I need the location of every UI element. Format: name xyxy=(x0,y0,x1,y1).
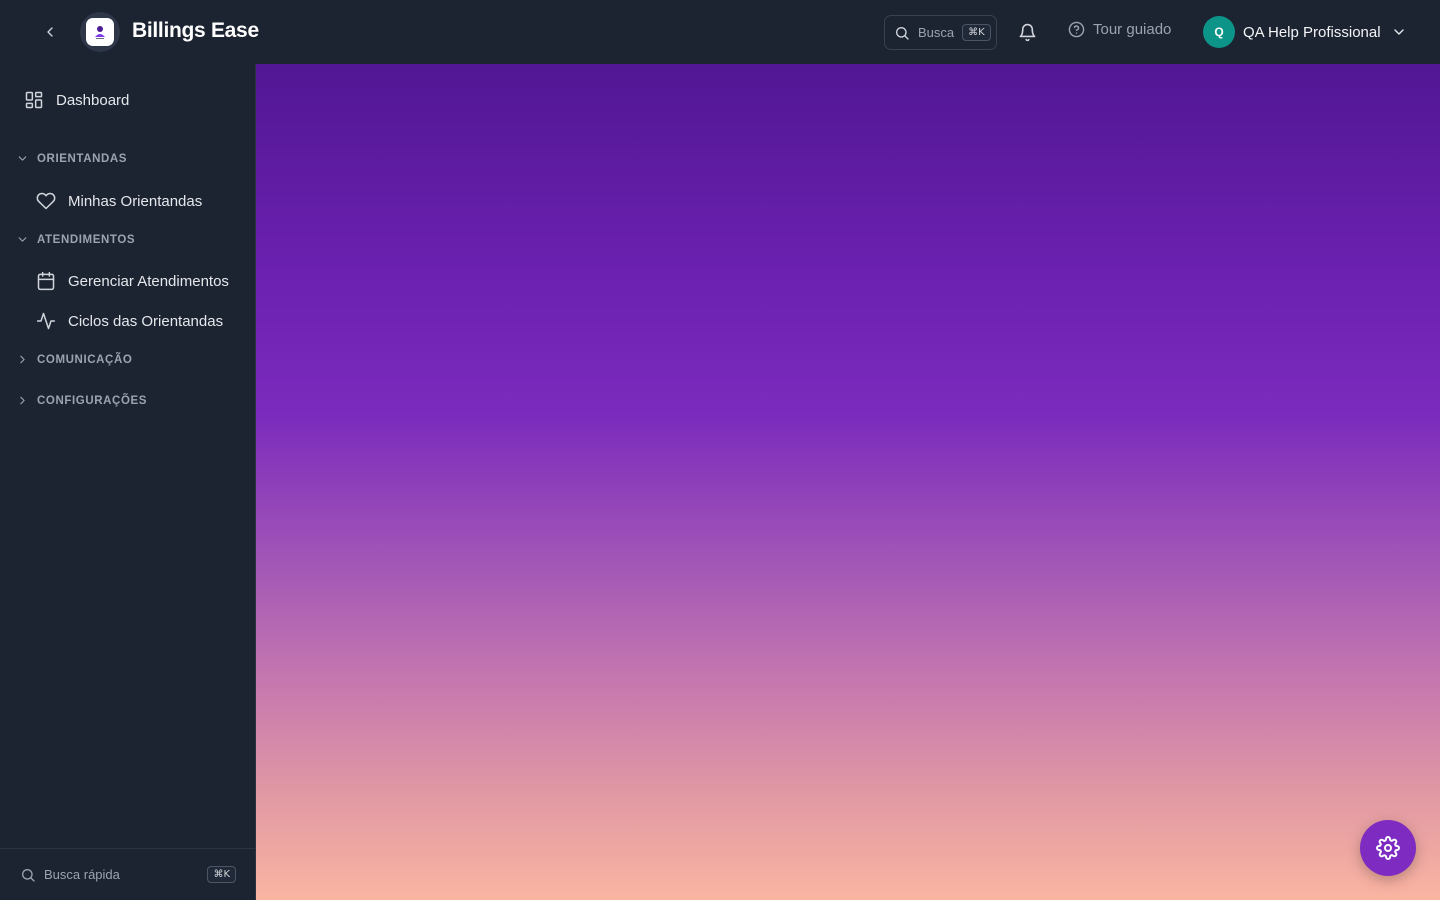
sidebar-item-minhas-orientandas[interactable]: Minhas Orientandas xyxy=(36,191,202,211)
sidebar-item-label: Dashboard xyxy=(56,91,130,109)
guided-tour-button[interactable]: Tour guiado xyxy=(1068,21,1171,38)
sidebar-item-label: Ciclos das Orientandas xyxy=(68,312,224,330)
section-title: ATENDIMENTOS xyxy=(37,233,136,246)
section-title: ORIENTANDAS xyxy=(37,152,128,165)
section-atendimentos[interactable]: ATENDIMENTOS xyxy=(16,233,135,246)
calendar-icon xyxy=(37,271,55,291)
sidebar-item-label: Minhas Orientandas xyxy=(68,192,203,210)
bell-icon xyxy=(1019,23,1035,41)
chevron-right-icon xyxy=(20,396,25,405)
quick-search-shortcut: ⌘K xyxy=(207,866,236,883)
section-title: CONFIGURAÇÕES xyxy=(37,394,148,407)
section-orientandas[interactable]: ORIENTANDAS xyxy=(16,152,127,165)
user-menu[interactable]: Q QA Help Profissional xyxy=(1203,16,1407,48)
section-configuracoes[interactable]: CONFIGURAÇÕES xyxy=(16,394,147,407)
quick-search-button[interactable]: Busca rápida ⌘K xyxy=(0,848,256,900)
gear-icon xyxy=(1376,836,1400,860)
chevron-right-icon xyxy=(20,355,25,364)
brand-logo[interactable] xyxy=(80,12,120,52)
top-bar: Billings Ease Busca ⌘K Tour guiado Q QA … xyxy=(0,0,1440,64)
logo-icon xyxy=(86,18,114,46)
activity-icon xyxy=(36,312,56,330)
user-name: QA Help Profissional xyxy=(1243,23,1381,41)
header-search-button[interactable]: Busca ⌘K xyxy=(884,15,997,50)
tour-label: Tour guiado xyxy=(1093,21,1172,38)
main-content xyxy=(256,64,1440,900)
chevron-down-icon xyxy=(18,156,27,161)
brand-name: Billings Ease xyxy=(132,19,259,42)
help-circle-icon xyxy=(1068,21,1085,38)
back-button[interactable] xyxy=(36,18,64,46)
dashboard-icon xyxy=(25,91,43,109)
chevron-left-icon xyxy=(47,27,53,37)
chevron-down-icon xyxy=(1391,24,1407,40)
quick-search-label: Busca rápida xyxy=(44,867,120,882)
sidebar-item-dashboard[interactable]: Dashboard xyxy=(24,90,129,110)
avatar: Q xyxy=(1203,16,1235,48)
section-title: COMUNICAÇÃO xyxy=(37,353,133,366)
chevron-down-icon xyxy=(18,237,27,242)
heart-icon xyxy=(36,192,56,210)
sidebar: Dashboard ORIENTANDAS Minhas Orientandas… xyxy=(0,64,256,900)
sidebar-item-label: Gerenciar Atendimentos xyxy=(68,272,229,290)
sidebar-item-ciclos-orientandas[interactable]: Ciclos das Orientandas xyxy=(36,311,223,331)
section-comunicacao[interactable]: COMUNICAÇÃO xyxy=(16,353,132,366)
search-label: Busca xyxy=(918,25,955,40)
search-shortcut: ⌘K xyxy=(962,24,991,41)
search-icon xyxy=(22,868,35,882)
search-icon xyxy=(896,26,909,40)
sidebar-item-gerenciar-atendimentos[interactable]: Gerenciar Atendimentos xyxy=(36,271,229,291)
notifications-button[interactable] xyxy=(1014,19,1040,45)
settings-fab-button[interactable] xyxy=(1360,820,1416,876)
